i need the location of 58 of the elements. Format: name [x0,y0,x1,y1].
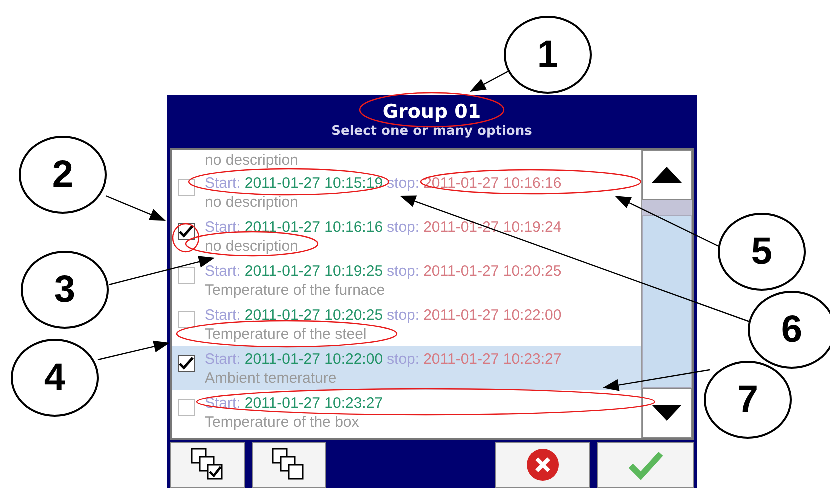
stop-time: 2011-01-27 10:22:00 [424,306,562,326]
start-time: 2011-01-27 10:15:19 [244,174,384,194]
checked-squares-icon [190,447,226,483]
checkbox[interactable] [178,398,195,416]
stop-label: stop: [387,218,420,238]
start-label: Start: [205,350,241,370]
stop-label: stop: [387,174,420,194]
scroll-up-button[interactable] [642,150,692,200]
checkbox[interactable] [178,266,195,284]
stop-label: stop: [387,262,420,282]
row-description: Temperature of the steel [205,326,367,342]
callout-number: 1 [504,16,592,94]
callout-number: 5 [718,213,806,291]
checkbox[interactable] [178,222,195,240]
row-description: no description [205,194,298,210]
deselect-all-button[interactable] [252,442,326,488]
callout-number: 4 [11,339,99,417]
stop-label: stop: [387,306,420,326]
checkmark-icon [628,450,664,480]
start-time: 2011-01-27 10:22:00 [244,350,384,370]
stop-label: stop: [387,350,420,370]
close-icon [526,448,560,482]
cancel-button[interactable] [495,442,590,488]
callout-number: 3 [21,251,109,329]
scroll-down-button[interactable] [642,388,692,438]
start-time: 2011-01-27 10:16:16 [244,218,384,238]
callout-number: 2 [19,136,107,214]
stop-time: 2011-01-27 10:16:16 [424,174,562,194]
row-description: no description [205,238,298,254]
start-label: Start: [205,174,241,194]
check-icon [179,356,194,370]
stop-time: 2011-01-27 10:23:27 [424,350,562,370]
start-time: 2011-01-27 10:19:25 [244,262,384,282]
row-description: Temperature of the box [205,414,360,430]
callout-number: 6 [748,291,830,369]
start-label: Start: [205,262,241,282]
down-triangle-icon [652,405,682,421]
list-row[interactable]: Start: 2011-01-27 10:22:00 stop: 2011-01-27 10:23:27 Ambient temerature [172,346,641,390]
row-description: Ambient temerature [205,370,337,386]
start-time: 2011-01-27 10:20:25 [244,306,384,326]
leader-arrow [106,195,166,221]
scrollbar-thumb[interactable] [642,215,692,388]
row-description: no description [205,152,298,168]
dialog-subtitle: Select one or many options [332,123,532,141]
stacked-squares-icon [271,447,307,483]
start-time: 2011-01-27 10:23:27 [244,394,384,414]
checkbox[interactable] [178,354,195,372]
select-all-button[interactable] [170,442,245,488]
start-label: Start: [205,306,241,326]
row-description: Temperature of the furnace [205,282,386,298]
up-triangle-icon [652,167,682,183]
stop-time: 2011-01-27 10:20:25 [424,262,562,282]
checkbox[interactable] [178,178,195,196]
dialog-title: Group 01 [382,102,482,123]
callout-number: 7 [704,361,792,439]
start-label: Start: [205,218,241,238]
check-icon [179,224,194,238]
checkbox[interactable] [178,310,195,328]
